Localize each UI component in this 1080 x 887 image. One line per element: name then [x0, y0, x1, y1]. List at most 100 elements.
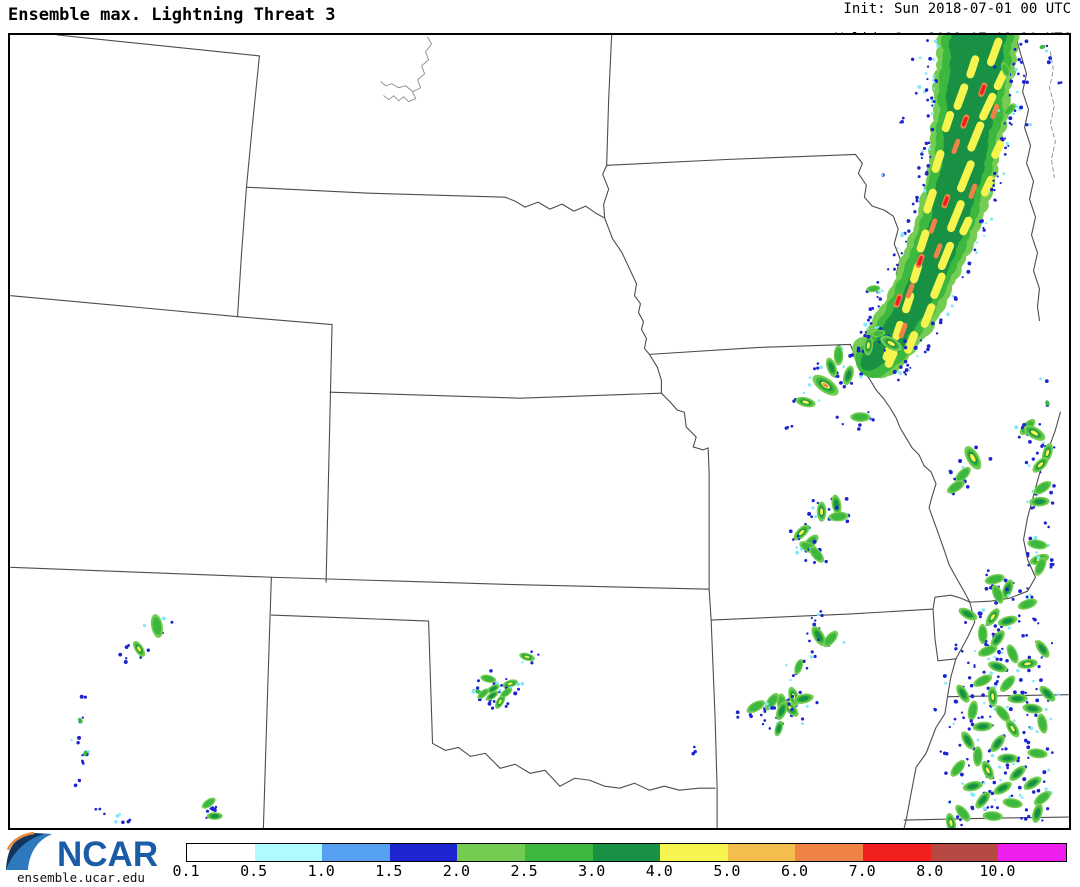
storm-cell: [807, 501, 826, 521]
colorbar-tick-label: 10.0: [979, 862, 1015, 880]
colorbar-segment: [390, 844, 458, 861]
storm-cell: [997, 753, 1020, 766]
storm-cell: [911, 56, 922, 61]
colorbar-tick-label: 8.0: [916, 862, 943, 880]
colorbar-segment: [322, 844, 390, 861]
storm-cell: [944, 757, 970, 779]
storm-cell: [981, 686, 998, 708]
storm-cell: [80, 695, 87, 699]
storm-cell: [736, 710, 740, 718]
storm-cell: [997, 614, 1021, 630]
forecast-map: [8, 33, 1071, 830]
storm-cell: [74, 779, 81, 787]
storm-cell: [1044, 400, 1050, 407]
colorbar-tick-label: 7.0: [849, 862, 876, 880]
storm-cell: [810, 650, 817, 658]
storm-cell: [968, 719, 994, 732]
storm-cell: [967, 661, 976, 668]
colorbar-segment: [660, 844, 728, 861]
colorbar-tick-label: 4.0: [646, 862, 673, 880]
colorbar-tick-label: 3.0: [578, 862, 605, 880]
storm-cell: [1018, 774, 1046, 794]
storm-cell: [792, 392, 820, 409]
storm-cell: [1028, 713, 1052, 735]
storm-cells: [71, 44, 1063, 828]
storm-cell: [881, 173, 884, 176]
colorbar-tick-label: 2.0: [443, 862, 470, 880]
colorbar-segment: [795, 844, 863, 861]
page-title: Ensemble max. Lightning Threat 3: [8, 5, 336, 25]
storm-cell: [813, 362, 819, 370]
storm-cell: [1057, 81, 1062, 84]
storm-cell: [979, 759, 1001, 781]
storm-cell: [143, 613, 174, 639]
colorbar-tick-label: 6.0: [781, 862, 808, 880]
storm-cell: [501, 678, 524, 691]
storm-cell: [205, 806, 222, 820]
colorbar-tick-labels: 0.10.51.01.52.02.53.04.05.06.07.08.010.0: [186, 862, 1065, 879]
threat-colorbar: [186, 843, 1067, 862]
storm-cell: [785, 658, 808, 676]
storm-cell: [477, 669, 499, 686]
colorbar-segment: [728, 844, 796, 861]
storm-cell: [1026, 745, 1053, 759]
storm-cell: [789, 674, 795, 681]
storm-cell: [850, 411, 875, 427]
storm-cell: [961, 700, 984, 722]
storm-cell: [1032, 678, 1043, 682]
storm-cell: [94, 808, 105, 816]
storm-cell: [518, 650, 539, 664]
storm-cell: [997, 643, 1021, 665]
storm-cell: [933, 708, 937, 712]
storm-cell: [769, 720, 785, 738]
colorbar-segment: [998, 844, 1066, 861]
storm-cell: [1002, 794, 1024, 810]
storm-cell: [857, 427, 861, 431]
storm-cell: [1025, 454, 1051, 475]
storm-cell: [762, 719, 766, 725]
storm-cell: [1021, 634, 1028, 638]
storm-cell: [1016, 656, 1040, 673]
forecast-product-page: Ensemble max. Lightning Threat 3 Init: S…: [0, 0, 1080, 887]
storm-cell: [749, 713, 753, 718]
storm-cell: [1027, 536, 1050, 554]
storm-cell: [899, 117, 904, 124]
storm-cell: [1042, 768, 1050, 774]
colorbar-tick-label: 1.5: [375, 862, 402, 880]
storm-cell: [71, 736, 81, 745]
storm-cell: [915, 85, 921, 95]
map-canvas: [10, 35, 1069, 828]
storm-cell: [988, 779, 1014, 798]
site-url: ensemble.ucar.edu: [17, 870, 145, 885]
storm-cell: [81, 760, 85, 765]
colorbar-segment: [593, 844, 661, 861]
storm-cell: [1024, 739, 1030, 745]
storm-cell: [817, 610, 824, 617]
colorbar-segment: [187, 844, 255, 861]
storm-cell: [801, 717, 804, 725]
storm-cell: [948, 801, 951, 805]
storm-cell: [808, 371, 846, 400]
storm-cell: [812, 499, 815, 509]
storm-cell: [81, 750, 90, 757]
storm-cell: [1025, 123, 1032, 126]
storm-cell: [982, 806, 1003, 822]
storm-cell: [811, 617, 817, 627]
colorbar-segment: [525, 844, 593, 861]
storm-cell: [836, 416, 844, 426]
storm-cell: [1016, 595, 1038, 612]
storm-cell: [1044, 521, 1050, 528]
storm-cell: [957, 605, 983, 624]
storm-cell: [114, 813, 121, 824]
storm-cell: [949, 718, 957, 728]
storm-cell: [125, 639, 150, 659]
colorbar-tick-label: 2.5: [511, 862, 538, 880]
storm-cell: [940, 750, 949, 755]
init-time: Init: Sun 2018-07-01 00 UTC: [843, 1, 1071, 17]
state-borders: [11, 35, 1069, 828]
colorbar-tick-label: 0.5: [240, 862, 267, 880]
storm-cell: [968, 671, 998, 690]
colorbar-segment: [457, 844, 525, 861]
storm-cell: [834, 345, 855, 366]
colorbar-tick-label: 1.0: [308, 862, 335, 880]
